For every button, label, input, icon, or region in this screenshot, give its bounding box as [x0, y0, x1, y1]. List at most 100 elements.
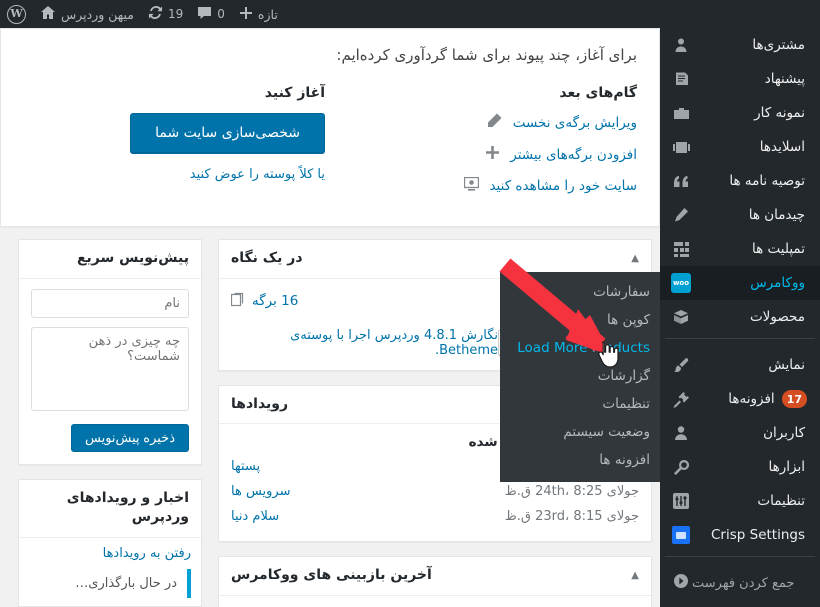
submenu-item-extensions[interactable]: افزونه ها [500, 446, 660, 474]
sidebar-item-label: ابزارها [768, 459, 805, 475]
plus-icon [239, 6, 253, 23]
sidebar-item-label: مشتری‌ها [752, 37, 805, 53]
wordpress-logo-icon [7, 4, 26, 24]
sidebar-item-layouts[interactable]: چیدمان ها [660, 198, 820, 232]
sidebar-item-settings[interactable]: تنظیمات [660, 484, 820, 518]
customize-site-button[interactable]: شخصی‌سازی سایت شما [130, 113, 325, 153]
sidebar-item-appearance[interactable]: نمایش [660, 348, 820, 382]
portfolio-icon [670, 106, 692, 121]
triangle-up-icon[interactable]: ▲ [631, 569, 639, 583]
welcome-panel: برای آغاز، چند پیوند برای شما گردآوری کر… [0, 28, 660, 227]
pages-icon [230, 292, 246, 311]
quick-draft-title-input[interactable] [31, 288, 189, 318]
woocommerce-icon: woo [670, 273, 692, 293]
sidebar-item-label: نمونه کار [754, 105, 805, 121]
news-events-body: رفتن به رویدادها در حال بارگذاری… [19, 538, 201, 606]
sidebar-item-templates[interactable]: تمپلیت ها [660, 232, 820, 266]
sidebar-item-crisp-settings[interactable]: Crisp Settings [660, 518, 820, 552]
news-events-link[interactable]: رفتن به رویدادها [29, 546, 191, 561]
comment-bubble-icon [197, 6, 212, 23]
save-draft-button[interactable]: ذخیره پیش‌نویس [71, 423, 189, 452]
sidebar-item-label: Crisp Settings [711, 527, 805, 543]
sidebar-item-label: تنظیمات [757, 493, 805, 509]
sidebar-item-plugins[interactable]: افزونه‌ها 17 [660, 382, 820, 416]
next-steps-list: ویرایش برگه‌ی نخست افزودن برگه‌های بیشتر [335, 113, 637, 195]
activity-row[interactable]: جولای 23rd، 8:15 ق.ظ سلام دنیا [231, 504, 639, 529]
admin-bar-new-item[interactable]: تازه [232, 0, 285, 28]
quick-draft-content-textarea[interactable] [31, 326, 189, 411]
notepad-icon [670, 71, 692, 87]
sidebar-item-label: توصیه نامه ها [729, 173, 805, 189]
settings-sliders-icon [670, 493, 692, 509]
admin-menu-list: مشتری‌ها پیشنهاد نمونه کار اسلایدها [652, 28, 820, 566]
activity-date: جولای 24th، 8:25 ق.ظ [504, 484, 639, 500]
edit-page-icon [485, 113, 505, 132]
collapse-arrow-icon [670, 573, 692, 593]
news-events-header: اخبار و رویدادهای وردپرس [19, 480, 201, 538]
widget-title: اخبار و رویدادهای وردپرس [66, 489, 189, 526]
next-step-item[interactable]: افزودن برگه‌های بیشتر [335, 145, 637, 164]
widget-title: پیش‌نویس سریع [76, 250, 189, 266]
sidebar-item-testimonials[interactable]: توصیه نامه ها [660, 164, 820, 198]
admin-bar-wp-logo[interactable] [0, 0, 33, 28]
next-steps-title: گام‌های بعد [559, 85, 637, 101]
sidebar-item-offers[interactable]: پیشنهاد [660, 62, 820, 96]
sidebar-item-users[interactable]: کاربران [660, 416, 820, 450]
collapse-menu-button[interactable]: جمع کردن فهرست [660, 566, 820, 600]
sidebar-item-label: محصولات [749, 309, 805, 325]
slides-icon [670, 141, 692, 154]
submenu-item-coupons[interactable]: کوپن ها [500, 306, 660, 334]
sidebar-item-label: کاربران [763, 425, 805, 441]
admin-bar-comments-item[interactable]: 0 [190, 0, 232, 28]
sidebar-item-slides[interactable]: اسلایدها [660, 130, 820, 164]
quote-icon [670, 174, 692, 188]
submenu-item-system-status[interactable]: وضعیت سیستم [500, 418, 660, 446]
next-step-item[interactable]: سایت خود را مشاهده کنید [335, 176, 637, 195]
sidebar-item-woocommerce[interactable]: woo ووکامرس [652, 266, 820, 300]
sidebar-item-portfolio[interactable]: نمونه کار [660, 96, 820, 130]
appearance-brush-icon [670, 357, 692, 374]
view-site-icon [461, 176, 481, 195]
sidebar-item-products[interactable]: محصولات [660, 300, 820, 334]
triangle-up-icon[interactable]: ▲ [631, 252, 639, 266]
activity-title: سلام دنیا [231, 509, 280, 525]
quick-draft-header: پیش‌نویس سریع [19, 240, 201, 279]
welcome-next-steps-column: گام‌های بعد ویرایش برگه‌ی نخست [335, 85, 637, 208]
next-step-label: ویرایش برگه‌ی نخست [512, 114, 637, 131]
welcome-columns: گام‌های بعد ویرایش برگه‌ی نخست [23, 85, 637, 208]
submenu-item-orders[interactable]: سفارشات [500, 278, 660, 306]
admin-sidebar: مشتری‌ها پیشنهاد نمونه کار اسلایدها [652, 28, 820, 607]
submenu-item-load-more-products[interactable]: Load More Products [500, 334, 660, 362]
sidebar-item-label: تمپلیت ها [752, 241, 805, 257]
plugin-icon [670, 391, 692, 408]
admin-screen: تازه 0 19 میهن وردپرس [0, 0, 820, 607]
home-icon [40, 5, 56, 23]
crisp-chat-icon [670, 526, 692, 544]
admin-bar-updates-item[interactable]: 19 [141, 0, 190, 28]
submenu-item-reports[interactable]: گزارشات [500, 362, 660, 390]
admin-bar-site-name[interactable]: میهن وردپرس [33, 0, 141, 28]
menu-separator-bottom [660, 556, 820, 566]
glance-item-label: 16 برگه [252, 293, 299, 310]
submenu-item-settings[interactable]: تنظیمات [500, 390, 660, 418]
update-refresh-icon [148, 5, 163, 23]
sidebar-item-customers[interactable]: مشتری‌ها [660, 28, 820, 62]
plugins-update-badge: 17 [781, 390, 807, 408]
activity-title: پستها [231, 459, 261, 475]
change-theme-link[interactable]: یا کلاً پوسته را عوض کنید [23, 167, 325, 182]
activity-row[interactable]: جولای 24th، 8:25 ق.ظ سرویس ها [231, 479, 639, 504]
grid-icon [670, 241, 692, 257]
comments-count: 0 [217, 7, 225, 21]
next-step-item[interactable]: ویرایش برگه‌ی نخست [335, 113, 637, 132]
next-step-label: سایت خود را مشاهده کنید [489, 178, 637, 194]
sidebar-item-label: نمایش [768, 357, 805, 373]
woocommerce-reviews-header: آخرین بازبینی های ووکامرس ▲ [219, 557, 651, 596]
menu-separator [660, 338, 820, 348]
sidebar-item-tools[interactable]: ابزارها [660, 450, 820, 484]
activity-date: جولای 23rd، 8:15 ق.ظ [504, 509, 639, 525]
sidebar-item-label: اسلایدها [759, 139, 805, 155]
next-step-label: افزودن برگه‌های بیشتر [510, 146, 637, 163]
new-label: تازه [257, 6, 278, 22]
plus-icon [482, 145, 502, 164]
updates-count: 19 [168, 7, 184, 21]
